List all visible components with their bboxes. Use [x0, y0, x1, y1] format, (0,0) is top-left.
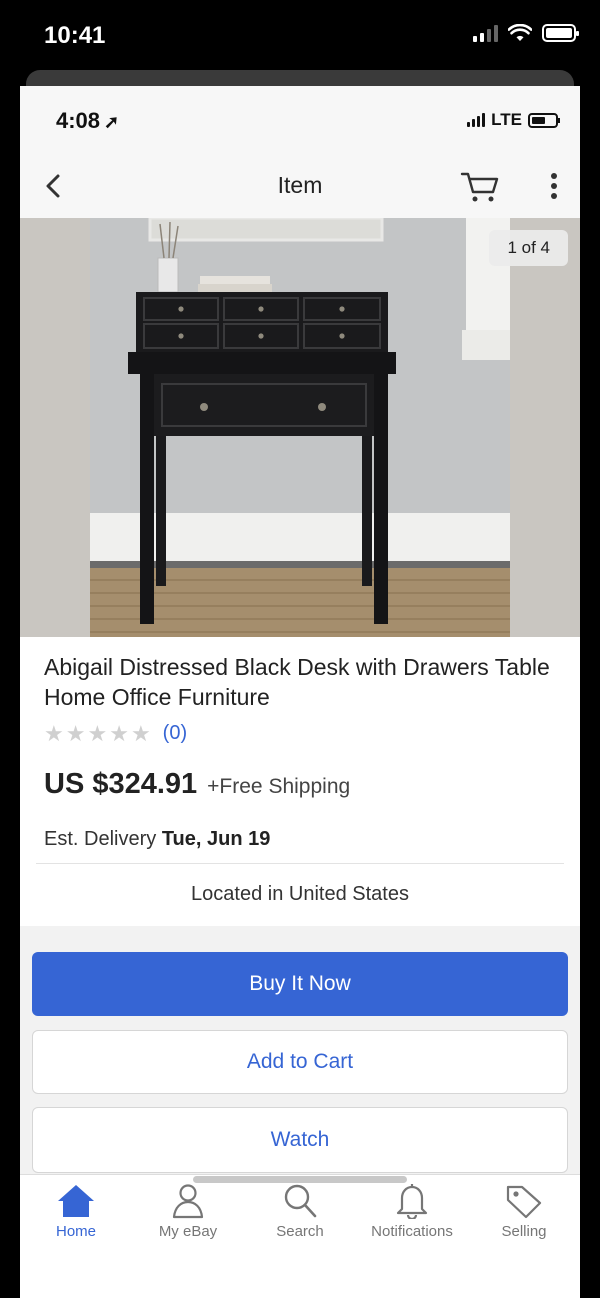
device-status-bar: 10:41: [0, 0, 600, 70]
price-row: US $324.91 +Free Shipping: [44, 768, 350, 801]
bottom-tab-bar: Home My eBay Search Notifications Sellin…: [20, 1174, 580, 1298]
tab-label: My eBay: [158, 1223, 218, 1240]
home-indicator: [193, 1176, 407, 1183]
star-icon: ★: [87, 720, 108, 746]
navigation-bar: Item: [20, 154, 580, 218]
status-bar: 4:08 ➚ LTE: [20, 86, 580, 154]
search-icon: [284, 1184, 317, 1218]
status-icons: LTE: [467, 110, 560, 130]
estimated-delivery: Est. Delivery Tue, Jun 19: [44, 828, 270, 851]
tab-my-ebay[interactable]: My eBay: [132, 1183, 244, 1240]
star-icon: ★: [130, 720, 151, 746]
shipping-info: +Free Shipping: [207, 775, 351, 798]
tag-icon: [506, 1185, 542, 1219]
delivery-date: Tue, Jun 19: [161, 828, 271, 850]
cellular-signal-icon: [467, 113, 486, 127]
tab-search[interactable]: Search: [244, 1183, 356, 1240]
tab-label: Search: [276, 1223, 324, 1240]
status-time: 4:08: [56, 108, 101, 133]
battery-icon: [542, 24, 579, 42]
device-clock: 10:41: [44, 22, 106, 49]
battery-icon: [528, 112, 560, 128]
home-icon: [58, 1185, 94, 1217]
desk-illustration: [20, 218, 580, 637]
tab-home[interactable]: Home: [20, 1183, 132, 1240]
review-count-link[interactable]: (0): [163, 722, 187, 745]
bell-icon: [396, 1184, 428, 1219]
star-icon: ★: [65, 720, 86, 746]
cellular-signal-icon: [473, 24, 498, 42]
device-status-icons: [473, 24, 579, 42]
rating-row[interactable]: ★ ★ ★ ★ ★ (0): [44, 722, 187, 745]
more-options-icon[interactable]: [546, 170, 562, 202]
buy-it-now-button[interactable]: Buy It Now: [32, 952, 568, 1016]
watch-button[interactable]: Watch: [32, 1107, 568, 1173]
ebay-item-screen: 4:08 ➚ LTE Item 1 of 4 Abigail Distresse…: [20, 86, 580, 1298]
person-icon: [172, 1184, 204, 1219]
item-location: Located in United States: [191, 883, 409, 905]
product-image[interactable]: 1 of 4: [20, 218, 580, 637]
add-to-cart-button[interactable]: Add to Cart: [32, 1030, 568, 1094]
item-price: US $324.91: [44, 768, 198, 800]
item-title: Abigail Distressed Black Desk with Drawe…: [44, 654, 550, 710]
image-counter-badge: 1 of 4: [489, 230, 568, 266]
cart-icon[interactable]: [460, 168, 500, 204]
tab-notifications[interactable]: Notifications: [356, 1183, 468, 1240]
tab-label: Home: [55, 1223, 96, 1240]
tab-label: Notifications: [371, 1223, 453, 1240]
tab-selling[interactable]: Selling: [468, 1183, 580, 1240]
delivery-label: Est. Delivery: [44, 828, 157, 850]
tab-label: Selling: [501, 1223, 547, 1240]
star-icon: ★: [109, 720, 129, 746]
status-clock: 4:08 ➚: [56, 108, 119, 134]
star-icon: ★: [44, 720, 64, 746]
wifi-icon: [508, 24, 532, 41]
network-type: LTE: [491, 110, 522, 129]
location-arrow-icon: ➚: [104, 112, 120, 132]
divider: [36, 863, 564, 864]
